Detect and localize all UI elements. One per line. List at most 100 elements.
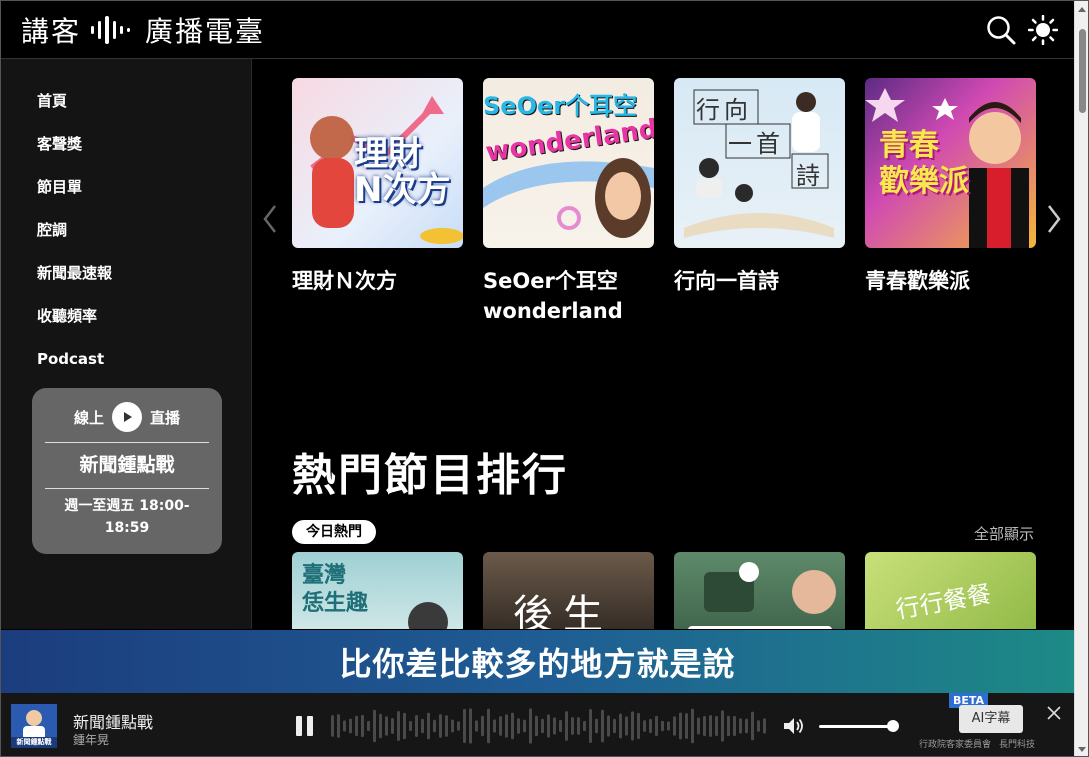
- waveform-bar: [493, 719, 496, 733]
- sidebar-item-awards[interactable]: 客聲獎: [37, 122, 112, 165]
- program-thumbnail[interactable]: 青春 歡樂派: [865, 78, 1036, 248]
- tab-today-hot[interactable]: 今日熱門: [292, 520, 376, 544]
- sponsor-bc-tech: 長門科技: [999, 740, 1036, 750]
- top-header: 講客 廣播電臺: [1, 1, 1074, 59]
- waveform-bar: [703, 715, 706, 737]
- sidebar-item-news[interactable]: 新聞最速報: [37, 251, 112, 294]
- ai-subtitle-button[interactable]: AI字幕: [959, 705, 1023, 733]
- waveform-bar: [481, 715, 484, 737]
- audio-waveform[interactable]: [331, 707, 771, 745]
- program-thumbnail[interactable]: 理財 N次方: [292, 78, 463, 248]
- waveform-bar: [625, 716, 628, 736]
- logo-text-left: 講客: [21, 15, 82, 48]
- finance-art-text: 理財 N次方: [354, 134, 451, 210]
- sidebar: 首頁 客聲獎 節目單 腔調 新聞最速報 收聽頻率 Podcast 線上 直播 新…: [1, 59, 252, 629]
- waveform-bar: [523, 719, 526, 733]
- waveform-bar: [421, 718, 424, 734]
- scrollbar-thumb[interactable]: [1079, 29, 1086, 113]
- waveform-bar: [649, 718, 652, 734]
- hot-program-card[interactable]: [674, 552, 845, 629]
- program-title[interactable]: SeOer个耳空 wonderland: [483, 266, 654, 326]
- scroll-down-icon[interactable]: [1078, 747, 1086, 752]
- section-title: 熱門節目排行: [292, 450, 568, 501]
- sidebar-item-frequency[interactable]: 收聽頻率: [37, 294, 112, 337]
- waveform-bar: [589, 709, 592, 743]
- youth-art-text: 青春 歡樂派: [879, 128, 969, 199]
- player-thumb-label: 新聞鍾點戰: [16, 738, 52, 746]
- waveform-bar: [667, 721, 670, 731]
- page-scrollbar[interactable]: [1074, 1, 1088, 756]
- hot-art-text: 後生: [513, 592, 613, 629]
- program-thumbnail[interactable]: 行向 一首 詩: [674, 78, 845, 248]
- live-play-button[interactable]: [112, 402, 142, 432]
- waveform-bar: [457, 721, 460, 731]
- waveform-bar: [595, 718, 598, 734]
- waveform-bar: [655, 715, 658, 737]
- waveform-bar: [697, 717, 700, 735]
- waveform-bar: [739, 718, 742, 734]
- waveform-bar: [721, 710, 724, 742]
- main-content: 理財 N次方 理財Ｎ次方 SeOer个耳空 wonderland SeOer个耳空: [252, 59, 1074, 629]
- waveform-bar: [565, 711, 568, 741]
- waveform-bar: [757, 720, 760, 732]
- pause-icon[interactable]: [295, 715, 315, 737]
- volume-icon[interactable]: [783, 717, 805, 735]
- program-thumbnail[interactable]: SeOer个耳空 wonderland: [483, 78, 654, 248]
- volume-slider[interactable]: [819, 725, 895, 728]
- carousel-prev-icon[interactable]: [262, 204, 278, 234]
- program-card[interactable]: SeOer个耳空 wonderland SeOer个耳空 wonderland: [483, 78, 654, 326]
- show-all-link[interactable]: 全部顯示: [974, 523, 1034, 544]
- waveform-bar: [553, 717, 556, 735]
- play-icon: [124, 412, 132, 422]
- waveform-bar: [709, 715, 712, 737]
- hot-art-image: [408, 602, 448, 629]
- program-title[interactable]: 青春歡樂派: [865, 266, 1036, 296]
- waveform-bar: [511, 712, 514, 740]
- waveform-bar: [547, 714, 550, 738]
- waveform-bar: [751, 711, 754, 741]
- live-broadcast-card[interactable]: 線上 直播 新聞鍾點戰 週一至週五 18:00-18:59: [32, 388, 222, 554]
- scroll-up-icon[interactable]: [1078, 7, 1086, 12]
- waveform-bar: [637, 712, 640, 740]
- sponsor-hakka-council: 行政院客家委員會: [919, 740, 992, 750]
- live-label-right: 直播: [150, 408, 181, 427]
- waveform-bar: [463, 708, 466, 744]
- poem-art-text-b: 一首: [728, 130, 784, 158]
- hot-program-card[interactable]: 後生: [483, 552, 654, 629]
- program-card[interactable]: 理財 N次方 理財Ｎ次方: [292, 78, 463, 326]
- waveform-bar: [733, 715, 736, 737]
- waveform-bar: [685, 712, 688, 740]
- waveform-bar: [331, 715, 334, 737]
- waveform-bar: [583, 720, 586, 732]
- sidebar-item-home[interactable]: 首頁: [37, 79, 112, 122]
- site-logo[interactable]: 講客 廣播電臺: [21, 11, 265, 49]
- search-icon[interactable]: [986, 15, 1016, 45]
- sidebar-item-accents[interactable]: 腔調: [37, 208, 112, 251]
- close-icon[interactable]: [1046, 705, 1062, 721]
- volume-slider-handle[interactable]: [887, 720, 899, 732]
- waveform-bar: [337, 714, 340, 738]
- sound-wave-icon: [91, 16, 131, 44]
- program-title[interactable]: 理財Ｎ次方: [292, 266, 463, 296]
- sun-theme-icon[interactable]: [1028, 15, 1058, 45]
- program-title[interactable]: 行向一首詩: [674, 266, 845, 296]
- program-card[interactable]: 行向 一首 詩 行向一首詩: [674, 78, 845, 326]
- live-show-time: 週一至週五 18:00-18:59: [64, 498, 190, 536]
- hot-program-card[interactable]: 行行餐餐: [865, 552, 1036, 629]
- player-thumbnail[interactable]: 新聞鍾點戰: [11, 704, 57, 748]
- waveform-bar: [475, 720, 478, 732]
- waveform-bar: [535, 715, 538, 737]
- carousel-next-icon[interactable]: [1046, 204, 1062, 234]
- waveform-bar: [427, 712, 430, 740]
- waveform-bar: [397, 711, 400, 741]
- waveform-bar: [379, 713, 382, 739]
- waveform-bar: [445, 715, 448, 737]
- waveform-bar: [373, 709, 376, 743]
- sidebar-item-schedule[interactable]: 節目單: [37, 165, 112, 208]
- waveform-bar: [541, 718, 544, 734]
- sidebar-item-podcast[interactable]: Podcast: [37, 337, 112, 380]
- live-subtitle: 比你差比較多的地方就是說: [1, 630, 1074, 693]
- program-card[interactable]: 青春 歡樂派 青春歡樂派: [865, 78, 1036, 326]
- waveform-bar: [691, 708, 694, 744]
- hot-program-card[interactable]: 臺灣 恁生趣: [292, 552, 463, 629]
